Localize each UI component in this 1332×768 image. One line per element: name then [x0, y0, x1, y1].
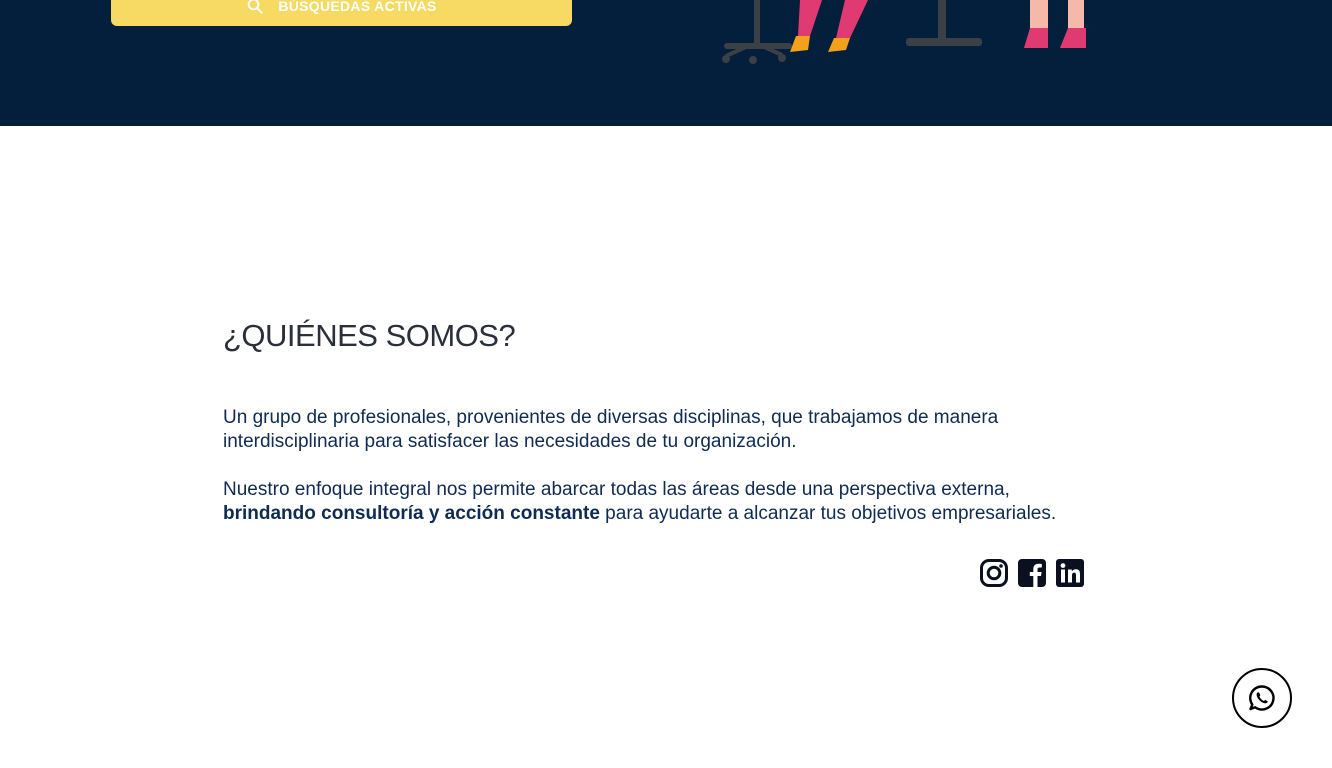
linkedin-icon[interactable]: [1055, 558, 1085, 588]
about-heading: ¿QUIÉNES SOMOS?: [223, 318, 516, 353]
social-links: [979, 558, 1085, 588]
active-searches-button[interactable]: BÚSQUEDAS ACTIVAS: [111, 0, 572, 26]
about-paragraph-2: Nuestro enfoque integral nos permite aba…: [223, 478, 1093, 526]
whatsapp-button[interactable]: [1232, 668, 1292, 728]
about-section: ¿QUIÉNES SOMOS? Un grupo de profesionale…: [223, 318, 1093, 524]
about-paragraph-2-start: Nuestro enfoque integral nos permite aba…: [223, 479, 1010, 500]
facebook-icon[interactable]: [1017, 558, 1047, 588]
office-illustration: [722, 0, 1086, 64]
active-searches-label: BÚSQUEDAS ACTIVAS: [278, 0, 437, 14]
search-icon: [248, 0, 263, 14]
instagram-icon[interactable]: [979, 558, 1009, 588]
about-paragraph-2-end: para ayudarte a alcanzar tus objetivos e…: [599, 503, 1057, 524]
whatsapp-icon: [1249, 685, 1275, 711]
about-paragraph-1: Un grupo de profesionales, provenientes …: [223, 407, 999, 452]
hero-section: BÚSQUEDAS ACTIVAS: [0, 0, 1332, 126]
about-paragraph-2-highlight: brindando consultoría y acción constante: [223, 503, 600, 524]
